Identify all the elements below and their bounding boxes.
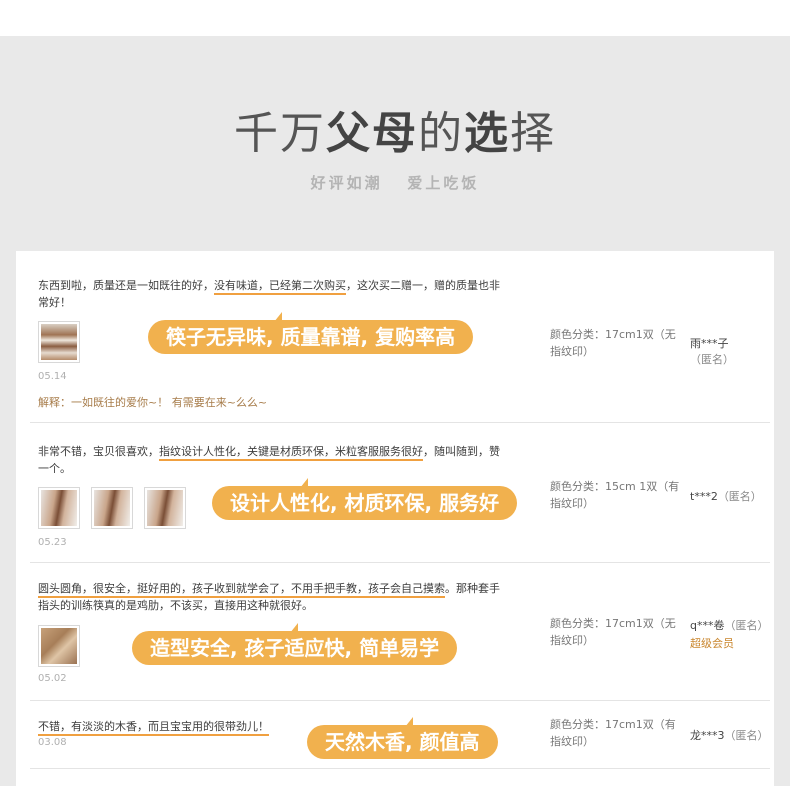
review-highlight: 圆头圆角，很安全，挺好用的，孩子收到就学会了，不用手把手教，孩子会自己摸索: [38, 582, 445, 598]
review-row-1: 东西到啦，质量还是一如既往的好，没有味道，已经第二次购买，这次买二赠一，赠的质量…: [30, 251, 770, 423]
reviewer-name: 雨***子 （匿名）: [690, 335, 770, 367]
sku-info: 颜色分类：17cm1双（无指纹印）: [550, 617, 676, 647]
page-title: 千万父母的选择: [0, 106, 790, 162]
title-part-1: 千万: [234, 108, 326, 159]
highlight-bubble: 造型安全, 孩子适应快, 简单易学: [132, 623, 458, 665]
anonymous-tag: （匿名）: [717, 490, 762, 503]
review-text: 圆头圆角，很安全，挺好用的，孩子收到就学会了，不用手把手教，孩子会自己摸索。那种…: [38, 580, 508, 614]
title-part-4: 选: [464, 108, 510, 159]
page-subtitle: 好评如潮 爱上吃饭: [310, 174, 480, 192]
review-date: 05.02: [38, 673, 67, 684]
review-photo[interactable]: [38, 487, 80, 529]
review-text: 东西到啦，质量还是一如既往的好，没有味道，已经第二次购买，这次买二赠一，赠的质量…: [38, 277, 508, 311]
review-date: 03.08: [38, 737, 67, 748]
title-part-2: 父母: [326, 108, 418, 159]
review-photo[interactable]: [38, 321, 80, 363]
photo-image: [94, 490, 130, 526]
vip-badge: 超级会员: [690, 637, 734, 650]
review-photo[interactable]: [144, 487, 186, 529]
reviewer-name: t***2（匿名）: [690, 488, 762, 504]
review-photo[interactable]: [91, 487, 133, 529]
review-text-part: 非常不错，宝贝很喜欢，: [38, 445, 159, 458]
highlight-bubble: 设计人性化, 材质环保, 服务好: [212, 478, 518, 520]
photo-image: [41, 490, 77, 526]
photo-image: [41, 628, 77, 664]
reviewer-nick: 雨***子: [690, 337, 729, 350]
reviewer-nick: t***2: [690, 490, 718, 503]
title-part-5: 择: [510, 108, 556, 159]
review-row-2: 非常不错，宝贝很喜欢，指纹设计人性化，关键是材质环保，米粒客服服务很好，随叫随到…: [30, 423, 770, 563]
reviewer-nick: q***卷: [690, 619, 725, 632]
review-text: 非常不错，宝贝很喜欢，指纹设计人性化，关键是材质环保，米粒客服服务很好，随叫随到…: [38, 443, 508, 477]
sku-info: 颜色分类：15cm 1双（有指纹印）: [550, 480, 680, 510]
review-row-4: 不错，有淡淡的木香，而且宝宝用的很带劲儿！ 03.08 天然木香, 颜值高 颜色…: [30, 701, 770, 769]
highlight-bubble: 天然木香, 颜值高: [307, 717, 498, 759]
review-text: 不错，有淡淡的木香，而且宝宝用的很带劲儿！: [38, 718, 338, 736]
sku-info: 颜色分类：17cm1双（有指纹印）: [550, 718, 676, 748]
sku-info: 颜色分类：17cm1双（无指纹印）: [550, 328, 676, 358]
review-photo[interactable]: [38, 625, 80, 667]
review-date: 05.14: [38, 371, 67, 382]
anonymous-tag: （匿名）: [724, 619, 769, 632]
title-part-3: 的: [418, 108, 464, 159]
reviewer-nick: 龙***3: [690, 729, 725, 742]
review-row-3: 圆头圆角，很安全，挺好用的，孩子收到就学会了，不用手把手教，孩子会自己摸索。那种…: [30, 563, 770, 701]
reviews-card: 东西到啦，质量还是一如既往的好，没有味道，已经第二次购买，这次买二赠一，赠的质量…: [16, 251, 774, 786]
photo-image: [41, 324, 77, 360]
anonymous-tag: （匿名）: [724, 729, 769, 742]
review-text-part: 东西到啦，质量还是一如既往的好，: [38, 279, 214, 292]
reviewer-name: q***卷（匿名）: [690, 617, 768, 633]
photo-image: [147, 490, 183, 526]
review-highlight: 指纹设计人性化，关键是材质环保，米粒客服服务很好: [159, 445, 423, 461]
review-highlight: 不错，有淡淡的木香，而且宝宝用的很带劲儿！: [38, 720, 269, 736]
reviewer-name: 龙***3（匿名）: [690, 727, 769, 743]
review-date: 05.23: [38, 537, 67, 548]
highlight-bubble: 筷子无异味, 质量靠谱, 复购率高: [148, 312, 474, 354]
anonymous-tag: （匿名）: [690, 353, 734, 366]
seller-reply: 解释：一如既往的爱你~！ 有需要在来~么么~: [38, 396, 268, 409]
review-highlight: 没有味道，已经第二次购买: [214, 279, 346, 295]
